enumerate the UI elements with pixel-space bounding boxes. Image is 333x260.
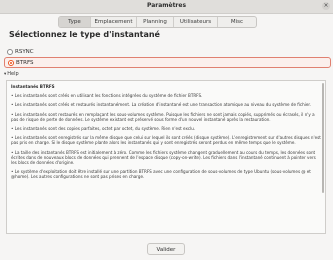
help-paragraph: • Le système d'exploitation doit être in…: [11, 169, 311, 180]
help-label: Help: [7, 71, 19, 77]
help-paragraph: • La taille des instantanés BTRFS est in…: [11, 149, 316, 165]
option-label: RSYNC: [15, 48, 34, 55]
tab-planning[interactable]: Planning: [137, 17, 174, 27]
help-paragraph: • Les instantanés sont restaurés en remp…: [11, 111, 315, 122]
validate-button[interactable]: Valider: [147, 243, 185, 255]
radio-selected-icon[interactable]: [8, 59, 14, 66]
window-title: Paramètres: [146, 2, 187, 9]
title-bar: Paramètres ×: [0, 0, 333, 14]
radio-icon[interactable]: [7, 48, 13, 55]
settings-window: Paramètres × Type Emplacement Planning U…: [0, 0, 333, 260]
help-paragraph: • Les instantanés sont des copies parfai…: [11, 126, 196, 132]
option-rsync[interactable]: RSYNC: [4, 47, 329, 56]
help-text-panel[interactable]: Instantanés BTRFS • Les instantanés sont…: [6, 80, 326, 234]
section-title: Sélectionnez le type d'instantané: [9, 30, 160, 39]
close-button[interactable]: ×: [322, 2, 330, 10]
chevron-down-icon: ▾: [4, 71, 7, 77]
option-btrfs[interactable]: BTRFS: [4, 57, 331, 68]
help-heading: Instantanés BTRFS: [11, 84, 55, 89]
help-paragraph: • Les instantanés sont créés en utilisan…: [11, 93, 203, 99]
scrollbar[interactable]: [322, 83, 324, 193]
option-label: BTRFS: [16, 59, 34, 66]
tab-utilisateurs[interactable]: Utilisateurs: [174, 17, 218, 27]
help-paragraph: • Les instantanés sont créés et restauré…: [11, 102, 311, 108]
tab-misc[interactable]: Misc: [218, 17, 256, 27]
tab-type[interactable]: Type: [59, 17, 91, 27]
help-paragraph: • Les instantanés sont enregistrés sur l…: [11, 135, 321, 146]
help-expander[interactable]: ▾ Help: [4, 71, 19, 77]
tab-bar: Type Emplacement Planning Utilisateurs M…: [58, 16, 257, 28]
tab-emplacement[interactable]: Emplacement: [91, 17, 137, 27]
